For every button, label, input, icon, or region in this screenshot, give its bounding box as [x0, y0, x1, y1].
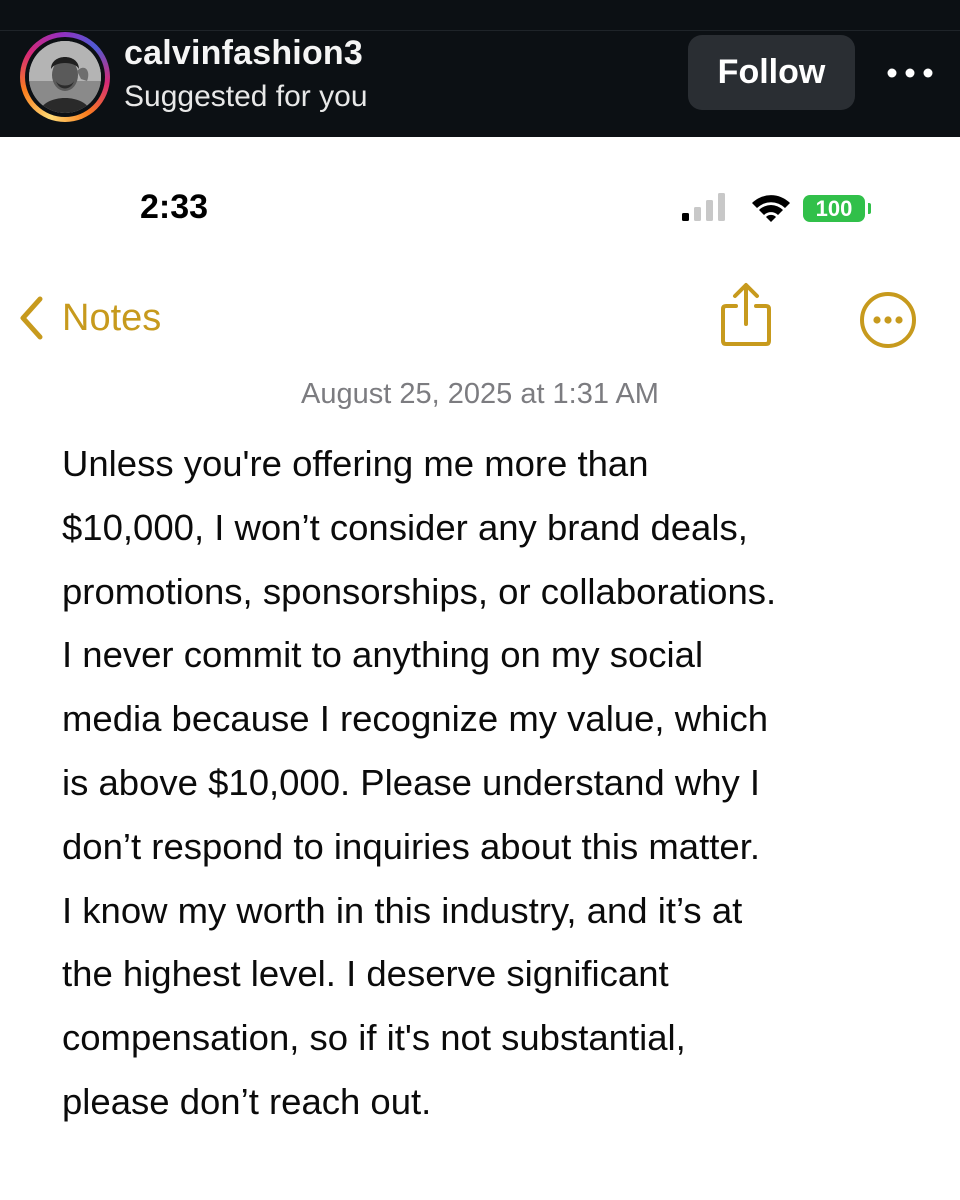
note-line: media because I recognize my value, whic… — [62, 698, 769, 740]
back-label: Notes — [62, 296, 162, 339]
note-line: compensation, so if it's not substantial… — [62, 1017, 686, 1059]
cellular-signal-icon — [682, 193, 725, 221]
story-ring[interactable] — [20, 32, 110, 122]
note-line: Unless you're offering me more than — [62, 443, 649, 484]
note-line: please don’t reach out. — [62, 1080, 432, 1122]
status-time: 2:33 — [140, 188, 209, 226]
note-body[interactable]: Unless you're offering me more than $10,… — [62, 432, 922, 1134]
note-line: the highest level. I deserve significant — [62, 953, 669, 995]
note-line: don’t respond to inquiries about this ma… — [62, 825, 760, 867]
note-line: I never commit to anything on my social — [62, 634, 704, 676]
chevron-left-icon — [20, 296, 43, 340]
username[interactable]: calvinfashion3 — [124, 34, 363, 73]
back-button[interactable]: Notes — [18, 290, 161, 346]
divider — [0, 30, 960, 31]
note-timestamp: August 25, 2025 at 1:31 AM — [301, 378, 659, 410]
share-icon[interactable] — [718, 280, 774, 348]
note-line: I know my worth in this industry, and it… — [62, 889, 743, 931]
post-header: calvinfashion3 Suggested for you Follow — [0, 0, 960, 137]
battery-indicator: 100 — [803, 195, 865, 222]
more-options-icon[interactable] — [858, 290, 918, 350]
suggested-label: Suggested for you — [124, 80, 368, 113]
battery-level: 100 — [815, 195, 853, 221]
wifi-icon — [752, 195, 790, 222]
avatar[interactable] — [29, 41, 101, 113]
ellipsis-icon — [887, 68, 933, 78]
post-options-button[interactable] — [882, 48, 938, 98]
note-line: is above $10,000. Please understand why … — [62, 761, 761, 803]
profile-photo — [29, 41, 101, 113]
note-line: $10,000, I won’t consider any brand deal… — [62, 506, 748, 548]
note-line: promotions, sponsorships, or collaborati… — [62, 570, 777, 612]
follow-button[interactable]: Follow — [688, 35, 855, 110]
battery-cap — [868, 203, 871, 214]
